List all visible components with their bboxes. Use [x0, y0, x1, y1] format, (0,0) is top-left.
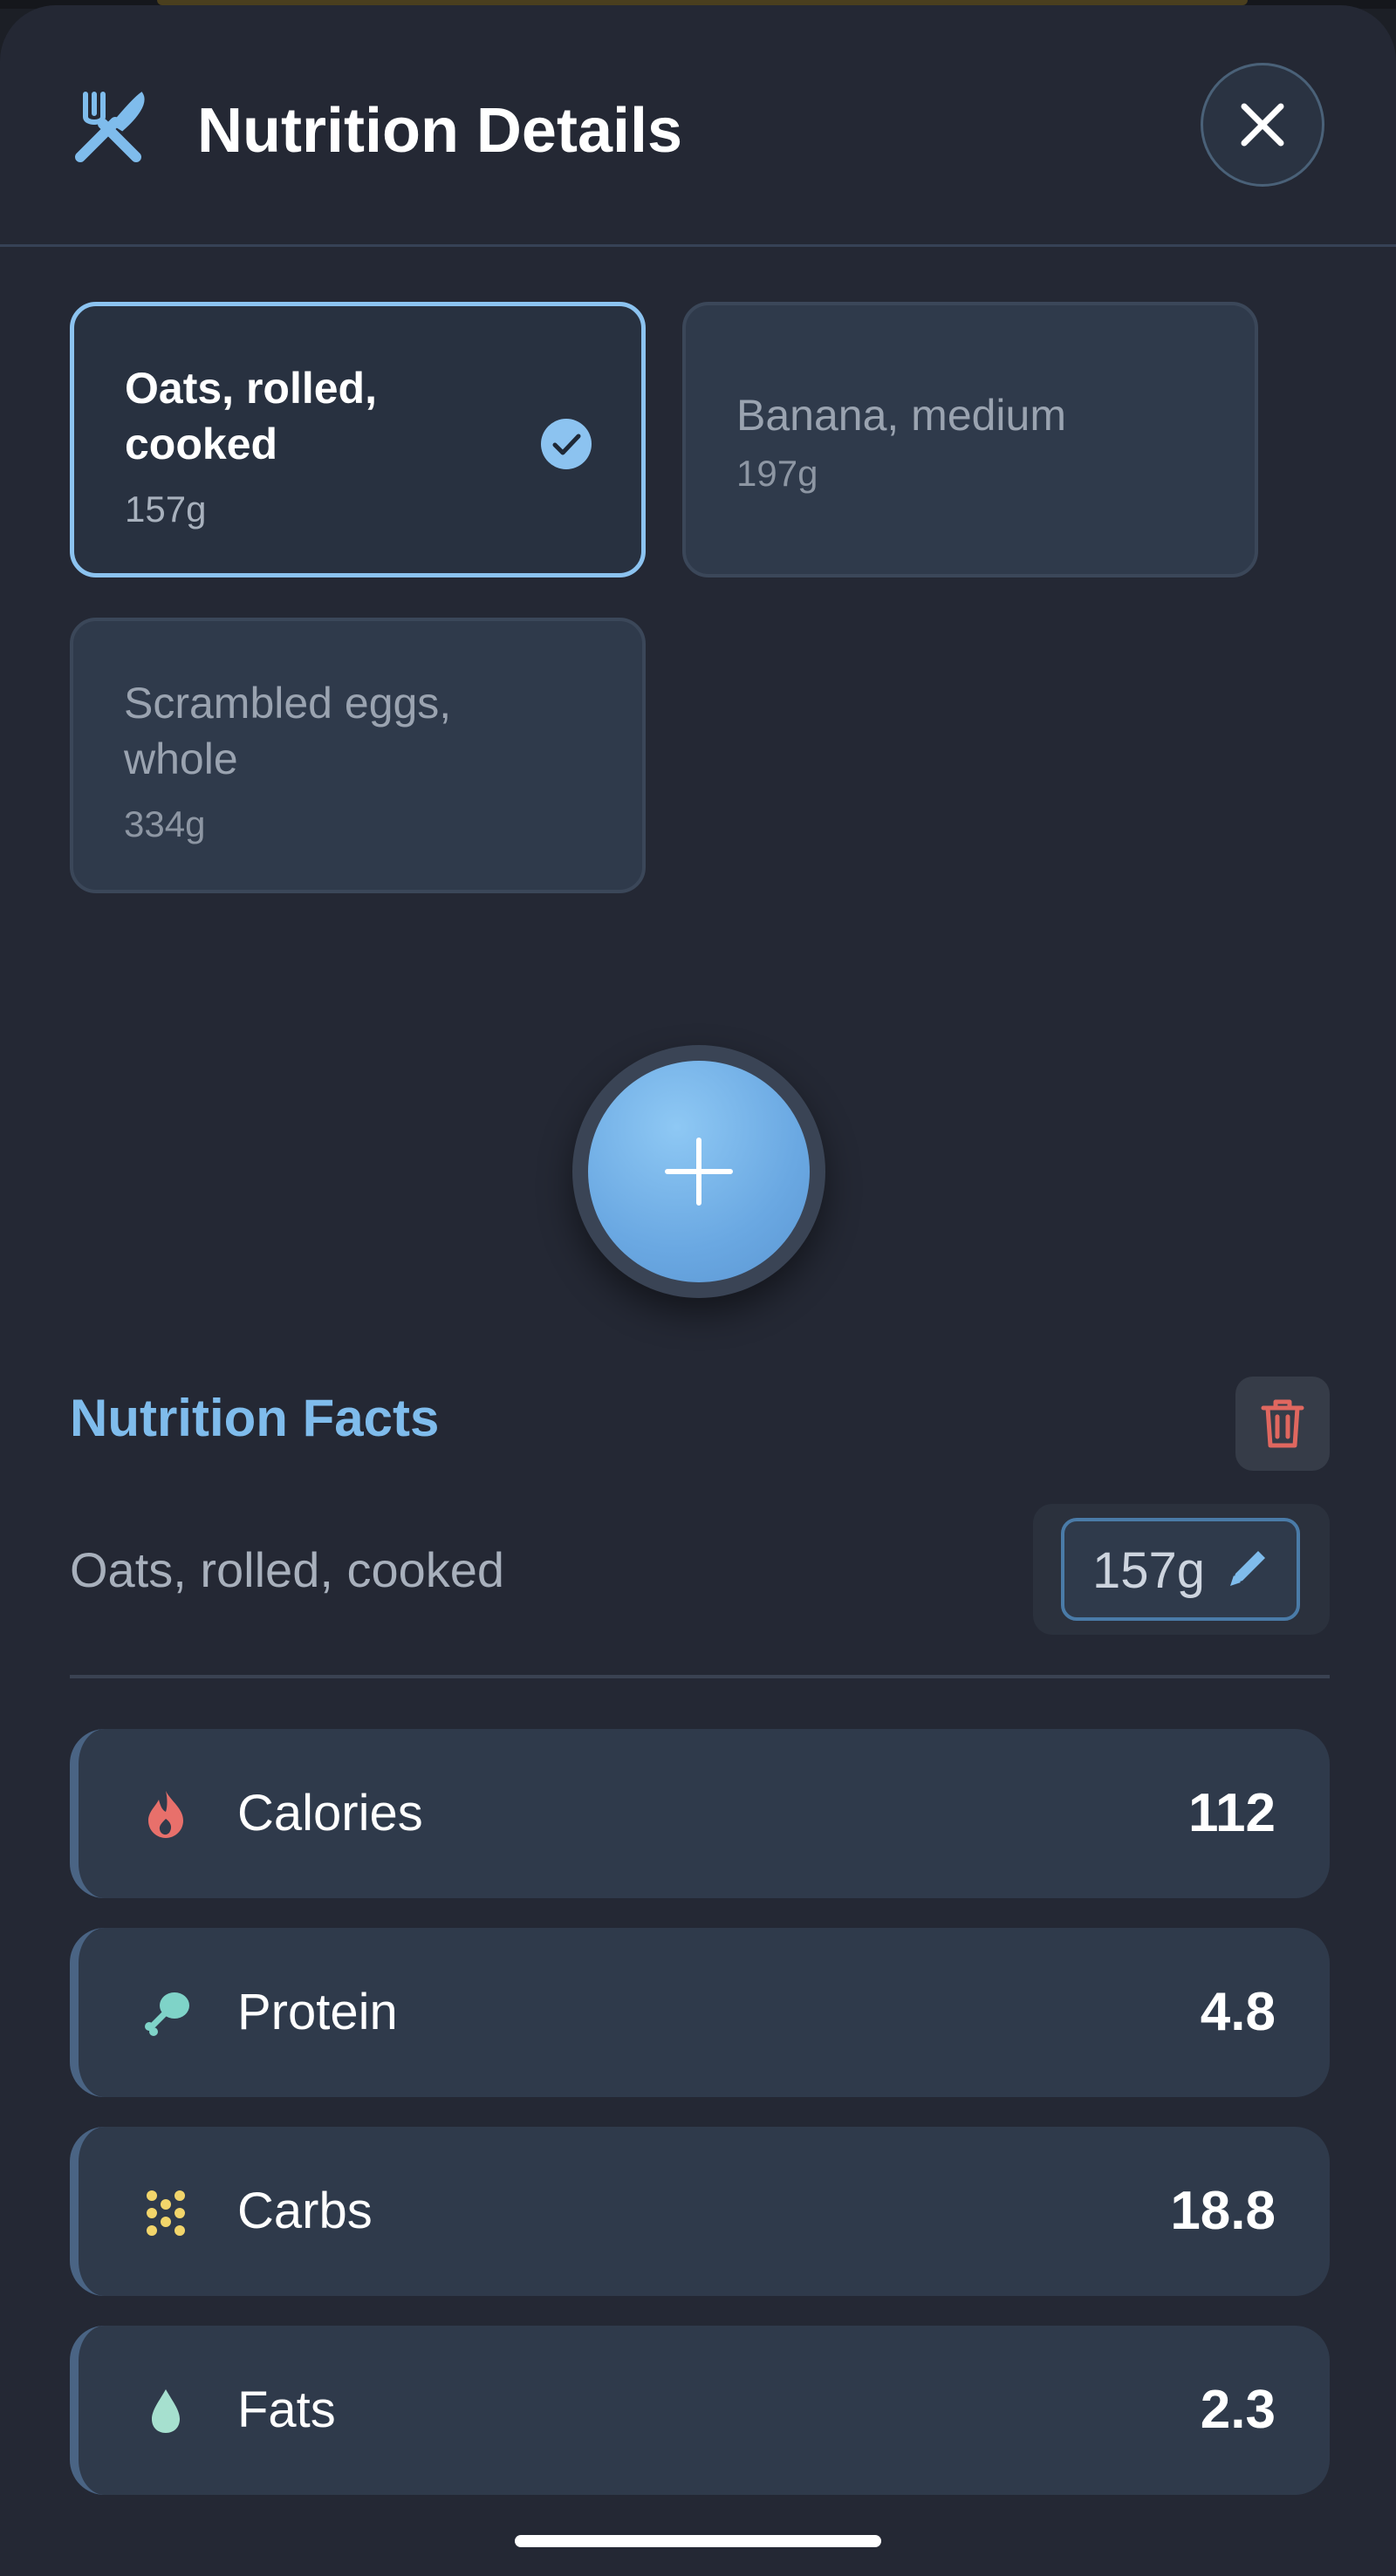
section-divider: [70, 1675, 1330, 1678]
nutrient-value: 18.8: [1170, 2181, 1276, 2241]
grain-icon: [147, 2190, 185, 2236]
nutrient-label: Protein: [237, 1984, 398, 2040]
home-indicator[interactable]: [515, 2535, 881, 2547]
nutrition-facts-title: Nutrition Facts: [70, 1389, 440, 1447]
food-card-banana[interactable]: Banana, medium 197g: [682, 302, 1258, 577]
trash-icon: [1261, 1399, 1304, 1448]
nutrient-value: 2.3: [1200, 2380, 1276, 2440]
food-card-weight: 197g: [736, 453, 818, 494]
nutrient-value: 112: [1187, 1783, 1276, 1843]
plus-icon: [665, 1138, 733, 1206]
nutrition-sheet: Nutrition Details Oats, rolled, cooked 1…: [0, 5, 1396, 2576]
close-button[interactable]: [1201, 63, 1324, 187]
nutrient-label: Carbs: [237, 2183, 373, 2239]
nutrient-row-calories: Calories 112: [70, 1729, 1330, 1898]
food-card-eggs[interactable]: Scrambled eggs, whole 334g: [70, 618, 646, 893]
food-card-weight: 334g: [124, 803, 206, 844]
delete-button[interactable]: [1235, 1377, 1330, 1471]
pencil-icon: [1230, 1551, 1265, 1586]
nutrient-row-fats: Fats 2.3: [70, 2326, 1330, 2495]
nutrient-label: Fats: [237, 2381, 336, 2438]
selected-food-name: Oats, rolled, cooked: [70, 1542, 505, 1597]
food-card-weight: 157g: [125, 489, 207, 530]
food-card-oats[interactable]: Oats, rolled, cooked 157g: [70, 302, 646, 577]
close-icon: [1241, 103, 1284, 147]
nutrient-row-protein: Protein 4.8: [70, 1928, 1330, 2097]
weight-edit-button[interactable]: 157g: [1061, 1518, 1300, 1621]
nutrient-label: Calories: [237, 1785, 423, 1841]
nutrient-row-carbs: Carbs 18.8: [70, 2127, 1330, 2296]
fork-knife-icon: [68, 87, 148, 167]
weight-editor: 157g: [1033, 1504, 1330, 1635]
flame-icon: [148, 1791, 183, 1838]
drumstick-icon: [145, 1992, 189, 2036]
page-title: Nutrition Details: [197, 96, 683, 166]
check-circle-icon: [541, 419, 592, 469]
nutrient-value: 4.8: [1200, 1982, 1276, 2042]
sheet-header: Nutrition Details: [0, 5, 1396, 247]
weight-value: 157g: [1092, 1542, 1206, 1599]
food-card-name: Banana, medium: [736, 391, 1067, 440]
add-food-button[interactable]: [588, 1061, 810, 1282]
add-food-button-ring: [572, 1045, 825, 1298]
food-card-name: Scrambled eggs, whole: [124, 679, 452, 783]
droplet-icon: [152, 2389, 180, 2433]
food-card-name: Oats, rolled, cooked: [125, 364, 377, 468]
